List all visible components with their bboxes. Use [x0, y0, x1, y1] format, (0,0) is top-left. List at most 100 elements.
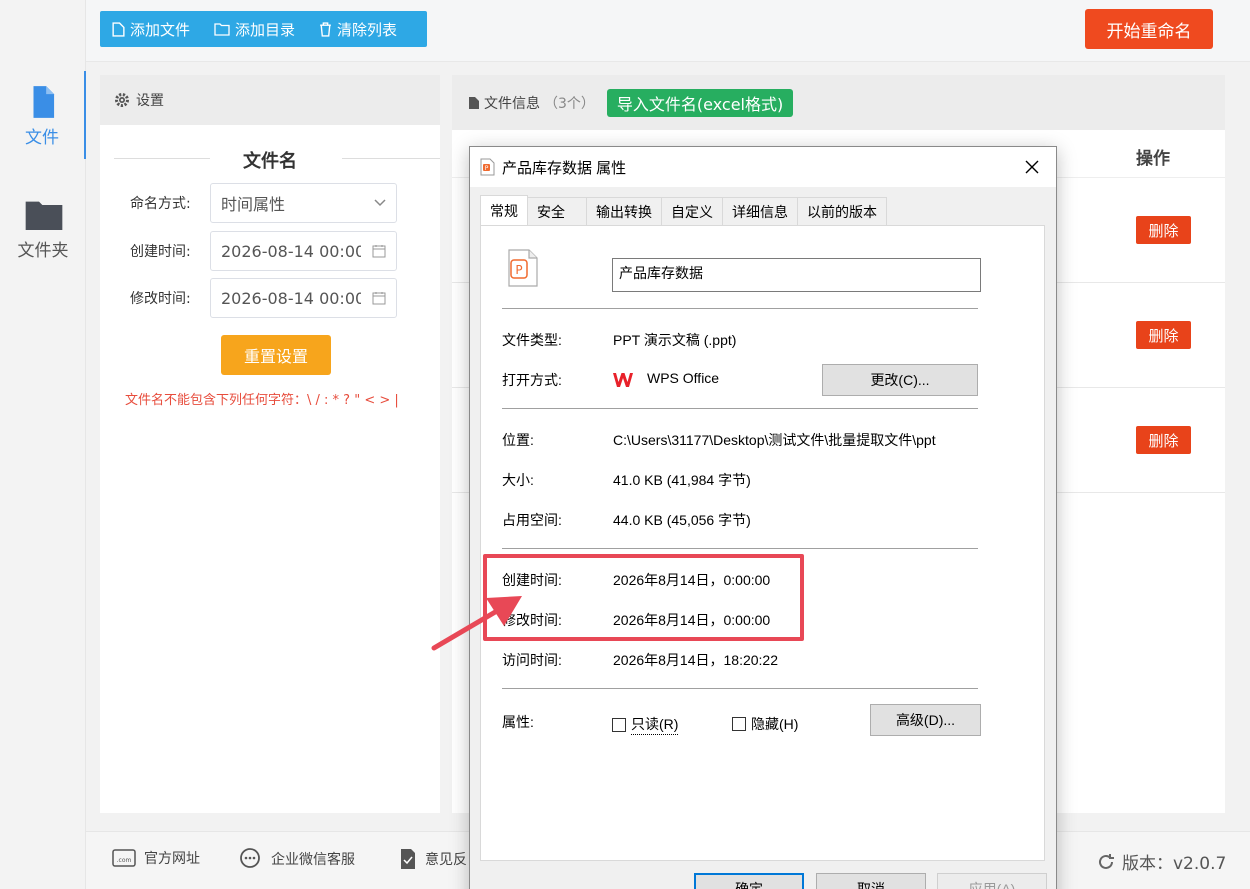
readonly-label: 只读(R)	[631, 714, 679, 735]
official-website-link[interactable]: .com 官方网址	[112, 848, 200, 868]
modified-time-input[interactable]: 2026-08-14 00:00	[210, 278, 397, 318]
trash-icon	[320, 21, 331, 37]
import-filenames-button[interactable]: 导入文件名(excel格式)	[606, 88, 794, 117]
close-icon[interactable]	[1020, 155, 1044, 179]
svg-text:P: P	[515, 263, 522, 277]
created-time-input[interactable]: 2026-08-14 00:00	[210, 231, 397, 271]
divider	[502, 408, 978, 409]
tab-output-convert[interactable]: 输出转换	[586, 197, 662, 225]
website-icon: .com	[112, 849, 136, 867]
divider	[502, 548, 978, 549]
created-time-label: 创建时间:	[130, 244, 191, 260]
clear-list-label: 清除列表	[337, 20, 398, 39]
settings-title: 设置	[136, 93, 164, 109]
feedback-label: 意见反	[425, 852, 467, 868]
ppt-file-icon: P	[480, 158, 495, 176]
naming-method-label: 命名方式:	[130, 196, 191, 212]
cancel-button[interactable]: 取消	[816, 873, 926, 889]
wechat-service-link[interactable]: 企业微信客服	[239, 848, 355, 870]
hidden-checkbox[interactable]: 隐藏(H)	[732, 714, 798, 734]
gear-icon	[115, 93, 129, 107]
modified-time-value: 2026-08-14 00:00	[221, 288, 361, 308]
file-count: （3个）	[544, 95, 595, 112]
column-header-operation: 操作	[1136, 149, 1170, 169]
official-website-label: 官方网址	[144, 851, 200, 867]
delete-button[interactable]: 删除	[1136, 426, 1191, 454]
file-type-value: PPT 演示文稿 (.ppt)	[613, 332, 737, 348]
feedback-icon	[401, 849, 415, 869]
properties-dialog: P 产品库存数据 属性 常规 安全 输出转换 自定义 详细信息 以前的版本 P …	[469, 146, 1057, 889]
start-rename-button[interactable]: 开始重命名	[1085, 9, 1213, 49]
filename-input[interactable]: 产品库存数据	[612, 258, 981, 292]
general-tab-pane: P 产品库存数据 文件类型: PPT 演示文稿 (.ppt) 打开方式: WPS…	[480, 225, 1045, 861]
calendar-icon	[372, 245, 386, 258]
disk-size-label: 占用空间:	[502, 512, 562, 528]
section-title: 文件名	[243, 151, 297, 172]
toolbar-button-group: 添加文件 添加目录 清除列表	[100, 11, 427, 47]
checkbox-box	[732, 717, 746, 731]
file-info-title: 文件信息	[484, 95, 540, 112]
modified-value: 2026年8月14日，0:00:00	[613, 612, 771, 628]
tab-previous-versions[interactable]: 以前的版本	[797, 197, 887, 225]
naming-method-row: 命名方式: 时间属性	[130, 183, 397, 223]
accessed-value: 2026年8月14日，18:20:22	[613, 652, 778, 668]
file-type-label: 文件类型:	[502, 332, 562, 348]
divider	[342, 158, 440, 159]
reset-settings-button[interactable]: 重置设置	[221, 335, 331, 375]
ok-button[interactable]: 确定	[694, 873, 804, 889]
delete-button[interactable]: 删除	[1136, 321, 1191, 349]
version-label: 版本：v2.0.7	[1122, 854, 1227, 874]
feedback-link[interactable]: 意见反	[399, 848, 467, 870]
svg-text:.com: .com	[117, 857, 132, 864]
created-time-value: 2026-08-14 00:00	[221, 241, 361, 261]
settings-header: 设置	[100, 75, 440, 125]
naming-method-select[interactable]: 时间属性	[210, 183, 397, 223]
ppt-large-icon: P	[508, 249, 538, 287]
divider	[502, 308, 978, 309]
add-file-button[interactable]: 添加文件	[100, 11, 202, 47]
delete-button[interactable]: 删除	[1136, 216, 1191, 244]
created-value: 2026年8月14日，0:00:00	[613, 572, 771, 588]
apply-button[interactable]: 应用(A)	[937, 873, 1047, 889]
open-with-label: 打开方式:	[502, 372, 562, 388]
annotation-arrow-icon	[431, 596, 522, 651]
file-info-header: 文件信息 （3个） 导入文件名(excel格式)	[452, 75, 1225, 130]
location-value: C:\Users\31177\Desktop\测试文件\批量提取文件\ppt	[613, 432, 936, 448]
tab-general[interactable]: 常规	[480, 195, 528, 225]
dialog-titlebar: P 产品库存数据 属性	[470, 147, 1056, 187]
wechat-service-label: 企业微信客服	[271, 852, 355, 868]
nav-item-folder[interactable]: 文件夹	[0, 184, 86, 272]
advanced-button[interactable]: 高级(D)...	[870, 704, 981, 736]
naming-method-value: 时间属性	[221, 195, 286, 214]
readonly-checkbox[interactable]: 只读(R)	[612, 714, 679, 735]
nav-item-label: 文件夹	[17, 241, 69, 261]
add-directory-label: 添加目录	[235, 20, 296, 39]
change-open-with-button[interactable]: 更改(C)...	[822, 364, 978, 396]
folder-outline-icon	[214, 23, 230, 36]
dialog-tabs: 常规 安全 输出转换 自定义 详细信息 以前的版本	[480, 195, 887, 226]
nav-item-file[interactable]: 文件	[0, 71, 86, 159]
checkbox-box	[612, 717, 626, 732]
divider	[502, 688, 978, 689]
modified-time-label: 修改时间:	[130, 291, 191, 307]
left-nav: 文件 文件夹	[0, 0, 86, 889]
tab-details[interactable]: 详细信息	[722, 197, 798, 225]
document-icon	[469, 96, 479, 109]
clear-list-button[interactable]: 清除列表	[307, 11, 409, 47]
file-outline-icon	[112, 21, 125, 37]
tab-custom[interactable]: 自定义	[661, 197, 723, 225]
add-directory-button[interactable]: 添加目录	[202, 11, 307, 47]
location-label: 位置:	[502, 432, 534, 448]
open-with-value: WPS Office	[647, 370, 720, 386]
modified-time-row: 修改时间: 2026-08-14 00:00	[130, 278, 397, 318]
chat-icon	[240, 848, 260, 868]
file-icon	[33, 86, 55, 118]
calendar-icon	[372, 292, 386, 305]
created-time-row: 创建时间: 2026-08-14 00:00	[130, 231, 397, 271]
settings-panel: 设置 文件名 命名方式: 时间属性 创建时间: 2026-08-14 00:00…	[100, 75, 440, 813]
accessed-label: 访问时间:	[502, 652, 562, 668]
add-file-label: 添加文件	[130, 20, 191, 39]
svg-text:P: P	[485, 165, 489, 172]
tab-security[interactable]: 安全	[527, 197, 587, 225]
top-toolbar: 添加文件 添加目录 清除列表 开始重命名	[86, 0, 1250, 62]
